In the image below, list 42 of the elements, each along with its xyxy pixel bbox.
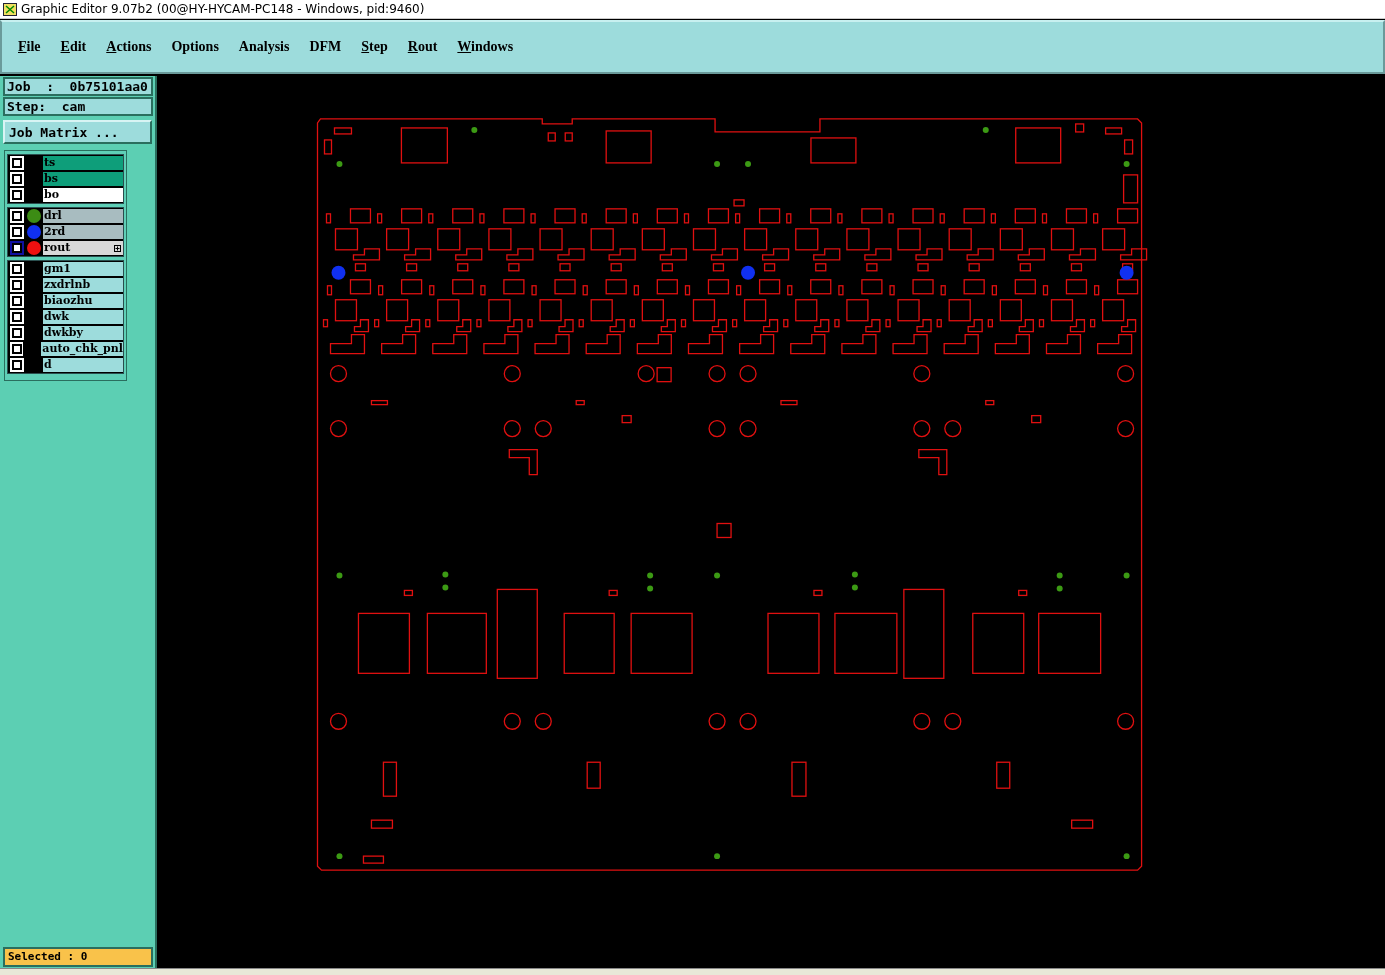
- job-label: Job : 0b75101aa0: [3, 77, 153, 96]
- layer-name[interactable]: biaozhu: [43, 294, 123, 308]
- layer-checkbox[interactable]: [10, 326, 24, 340]
- layer-checkbox[interactable]: [10, 294, 24, 308]
- selected-count: Selected : 0: [3, 947, 153, 967]
- menu-item[interactable]: Actions: [98, 39, 160, 55]
- layer-name[interactable]: rout: [43, 241, 123, 255]
- layer-name[interactable]: dwk: [43, 310, 123, 324]
- layer-checkbox[interactable]: [10, 209, 24, 223]
- layer-checkbox[interactable]: [10, 310, 24, 324]
- layer-checkbox[interactable]: [10, 225, 24, 239]
- menu-item[interactable]: Rout: [399, 39, 446, 55]
- job-matrix-button[interactable]: Job Matrix ...: [3, 120, 152, 144]
- expand-icon: [114, 244, 121, 252]
- step-label: Step: cam: [3, 97, 153, 116]
- layer-checkbox[interactable]: [10, 278, 24, 292]
- layer-name[interactable]: ts: [43, 156, 123, 170]
- layer-checkbox[interactable]: [10, 172, 24, 186]
- app-icon: [3, 2, 17, 16]
- menu-item[interactable]: Step: [353, 39, 396, 55]
- layer-name[interactable]: zxdrlnb: [43, 278, 123, 292]
- layer-name[interactable]: drl: [43, 209, 123, 223]
- layer-name[interactable]: gm1: [43, 262, 123, 276]
- layer-name[interactable]: d: [43, 358, 123, 372]
- layer-name[interactable]: 2rd: [43, 225, 123, 239]
- layer-name[interactable]: bo: [43, 188, 123, 202]
- layer-checkbox[interactable]: [10, 241, 24, 255]
- layer-checkbox[interactable]: [10, 262, 24, 276]
- menu-item[interactable]: DFM: [301, 39, 350, 55]
- layer-name[interactable]: dwkby: [43, 326, 123, 340]
- layer-checkbox[interactable]: [10, 188, 24, 202]
- menu-item[interactable]: File: [10, 39, 49, 55]
- layer-name[interactable]: auto_chk_pnl: [41, 342, 123, 356]
- menu-item[interactable]: Windows: [449, 39, 522, 55]
- layer-checkbox[interactable]: [10, 342, 24, 356]
- menu-item[interactable]: Analysis: [230, 39, 298, 55]
- window-title: Graphic Editor 9.07b2 (00@HY-HYCAM-PC148 - Windows, pid:9460): [21, 2, 425, 16]
- layer-name[interactable]: bs: [43, 172, 123, 186]
- menu-item[interactable]: Edit: [52, 39, 95, 55]
- menu-item[interactable]: Options: [163, 39, 227, 55]
- layer-checkbox[interactable]: [10, 156, 24, 170]
- layer-checkbox[interactable]: [10, 358, 24, 372]
